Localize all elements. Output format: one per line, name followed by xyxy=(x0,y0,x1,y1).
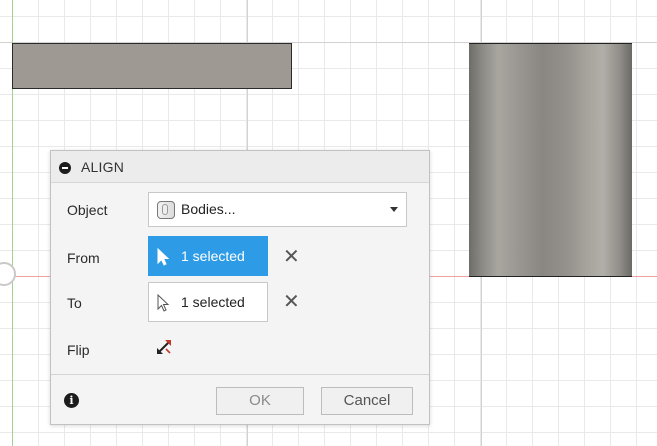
origin-marker xyxy=(0,262,16,286)
ok-button[interactable]: OK xyxy=(216,387,304,415)
dialog-footer: i OK Cancel xyxy=(51,374,429,424)
object-label: Object xyxy=(67,202,108,218)
close-icon[interactable]: ✕ xyxy=(283,292,300,312)
dropdown-arrow-icon xyxy=(390,207,398,212)
to-label: To xyxy=(67,295,82,311)
to-selection-value: 1 selected xyxy=(181,294,245,310)
dialog-title: ALIGN xyxy=(81,159,125,175)
flip-icon[interactable] xyxy=(155,338,173,356)
align-dialog: ALIGN Object Bodies... From 1 selected ✕… xyxy=(50,150,430,425)
object-type-value: Bodies... xyxy=(181,201,236,217)
flat-body[interactable] xyxy=(12,43,292,89)
object-type-select[interactable]: Bodies... xyxy=(148,192,407,227)
cylinder-body[interactable] xyxy=(469,43,632,277)
from-selection-button[interactable]: 1 selected xyxy=(148,236,268,276)
collapse-icon[interactable] xyxy=(59,162,71,174)
cancel-button[interactable]: Cancel xyxy=(321,387,413,415)
close-icon[interactable]: ✕ xyxy=(283,247,300,267)
body-icon xyxy=(157,201,175,219)
to-selection-button[interactable]: 1 selected xyxy=(148,282,268,322)
from-label: From xyxy=(67,250,100,266)
info-icon[interactable]: i xyxy=(64,393,79,408)
cursor-arrow-icon xyxy=(157,248,170,266)
cursor-arrow-icon xyxy=(157,294,170,312)
dialog-header: ALIGN xyxy=(51,151,429,183)
from-selection-value: 1 selected xyxy=(181,248,245,264)
flip-label: Flip xyxy=(67,342,90,358)
